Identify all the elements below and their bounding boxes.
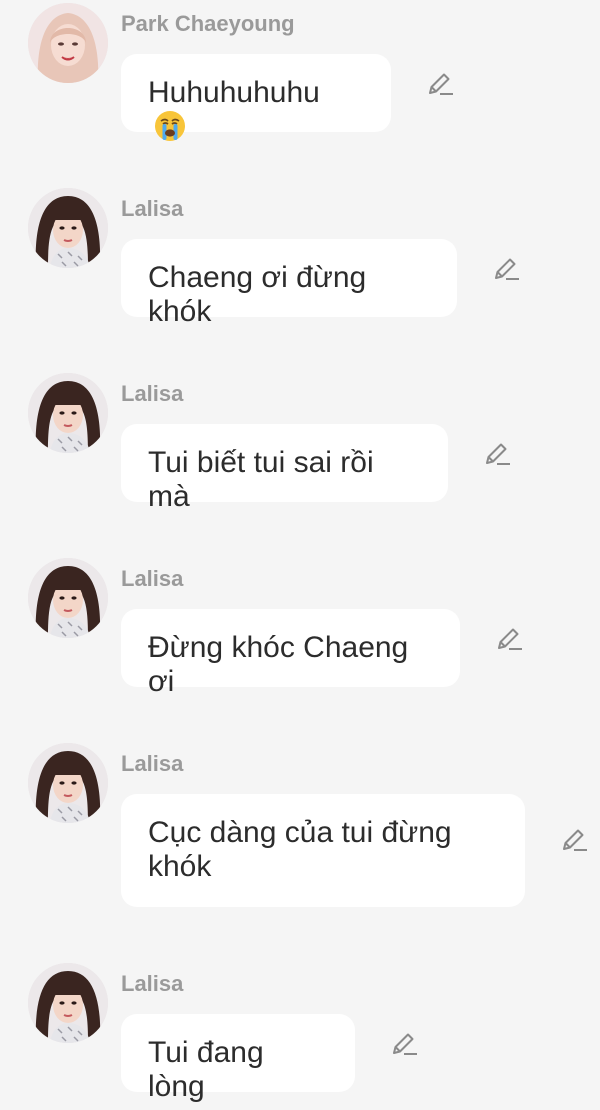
avatar-image [28, 373, 108, 453]
message-bubble[interactable]: Cục dàng của tui đừng khók [121, 794, 525, 907]
edit-pencil-icon[interactable] [425, 69, 455, 99]
avatar-image [28, 188, 108, 268]
message-bubble[interactable]: Tui đang lòng [121, 1014, 355, 1103]
message-bubble[interactable]: Đừng khóc Chaeng ơi [121, 609, 460, 698]
message-bubble[interactable]: Chaeng ơi đừng khók [121, 239, 457, 328]
sender-name: Lalisa [121, 566, 184, 591]
avatar-lalisa[interactable] [28, 743, 108, 823]
message-text: Huhuhuhuhu [148, 76, 320, 109]
edit-pencil-icon[interactable] [494, 624, 524, 654]
avatar-park-chaeyoung[interactable] [28, 3, 108, 83]
message-text: Chaeng ơi đừng khók [148, 261, 367, 328]
message-text: Tui đang lòng [148, 1036, 264, 1103]
avatar-image [28, 743, 108, 823]
avatar-image [28, 558, 108, 638]
edit-pencil-icon[interactable] [389, 1029, 419, 1059]
edit-pencil-icon[interactable] [559, 825, 589, 855]
avatar-image [28, 3, 108, 83]
avatar-image [28, 963, 108, 1043]
edit-pencil-icon[interactable] [482, 439, 512, 469]
sender-name: Lalisa [121, 381, 184, 406]
edit-pencil-icon[interactable] [491, 254, 521, 284]
chat-feed: Park Chaeyoung Huhuhuhuhu Lalisa Chaeng … [0, 0, 600, 1110]
message-text: Đừng khóc Chaeng ơi [148, 631, 409, 698]
sender-name: Lalisa [121, 751, 184, 776]
avatar-lalisa[interactable] [28, 963, 108, 1043]
message-text: Tui biết tui sai rồi mà [148, 446, 374, 513]
sender-name: Park Chaeyoung [121, 11, 295, 36]
sender-name: Lalisa [121, 196, 184, 221]
message-bubble[interactable]: Tui biết tui sai rồi mà [121, 424, 448, 513]
avatar-lalisa[interactable] [28, 558, 108, 638]
avatar-lalisa[interactable] [28, 373, 108, 453]
sender-name: Lalisa [121, 971, 184, 996]
message-bubble[interactable]: Huhuhuhuhu [121, 54, 391, 141]
avatar-lalisa[interactable] [28, 188, 108, 268]
message-text: Cục dàng của tui đừng khók [148, 816, 452, 883]
crying-face-emoji [155, 111, 185, 141]
